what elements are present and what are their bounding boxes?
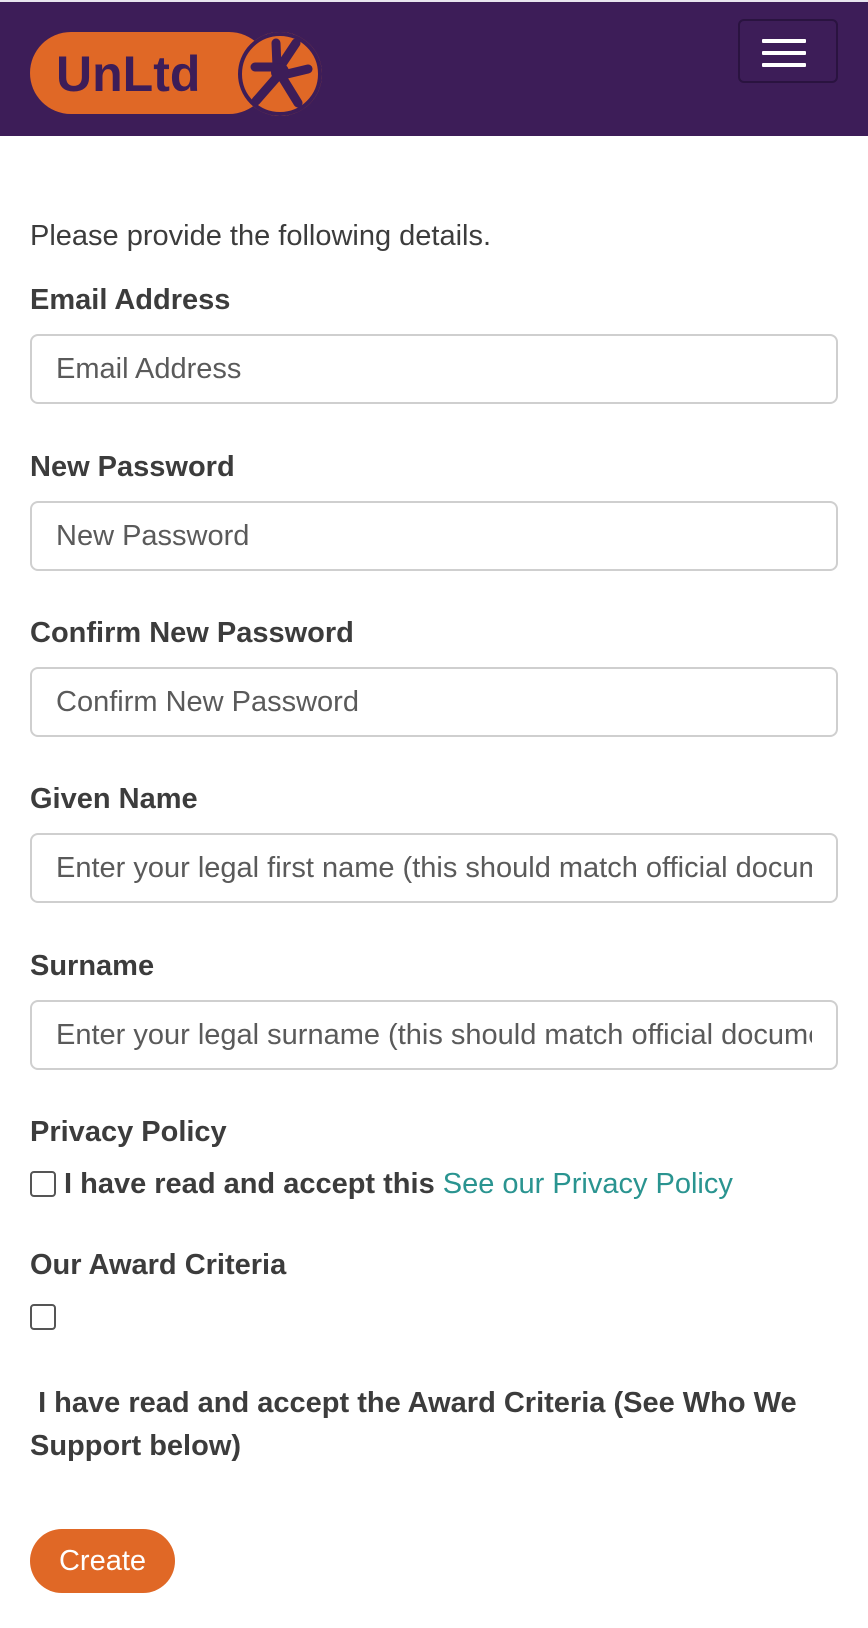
form-intro: Please provide the following details. (30, 220, 492, 252)
given-name-label: Given Name (30, 783, 198, 815)
hamburger-menu-button[interactable] (738, 19, 838, 83)
award-accept-checkbox[interactable] (30, 1304, 56, 1330)
award-criteria-heading: Our Award Criteria (30, 1249, 287, 1281)
confirm-password-field[interactable] (30, 667, 838, 737)
given-name-field[interactable] (30, 833, 838, 903)
privacy-accept-checkbox[interactable] (30, 1171, 56, 1197)
top-navbar: UnLtd (0, 0, 868, 136)
create-button[interactable]: Create (30, 1529, 175, 1593)
privacy-accept-text: I have read and accept this (64, 1168, 435, 1200)
surname-field[interactable] (30, 1000, 838, 1070)
logo-text: UnLtd (56, 46, 200, 102)
privacy-accept-line: I have read and accept this See our Priv… (64, 1168, 733, 1201)
unltd-logo[interactable]: UnLtd (30, 31, 322, 117)
email-label: Email Address (30, 284, 231, 316)
privacy-policy-link[interactable]: See our Privacy Policy (443, 1168, 733, 1200)
email-field[interactable] (30, 334, 838, 404)
new-password-label: New Password (30, 451, 235, 483)
award-accept-text: I have read and accept the Award Criteri… (30, 1387, 797, 1462)
surname-label: Surname (30, 950, 155, 982)
privacy-policy-heading: Privacy Policy (30, 1116, 227, 1148)
confirm-password-label: Confirm New Password (30, 617, 354, 649)
hamburger-menu-icon (762, 39, 806, 43)
new-password-field[interactable] (30, 501, 838, 571)
